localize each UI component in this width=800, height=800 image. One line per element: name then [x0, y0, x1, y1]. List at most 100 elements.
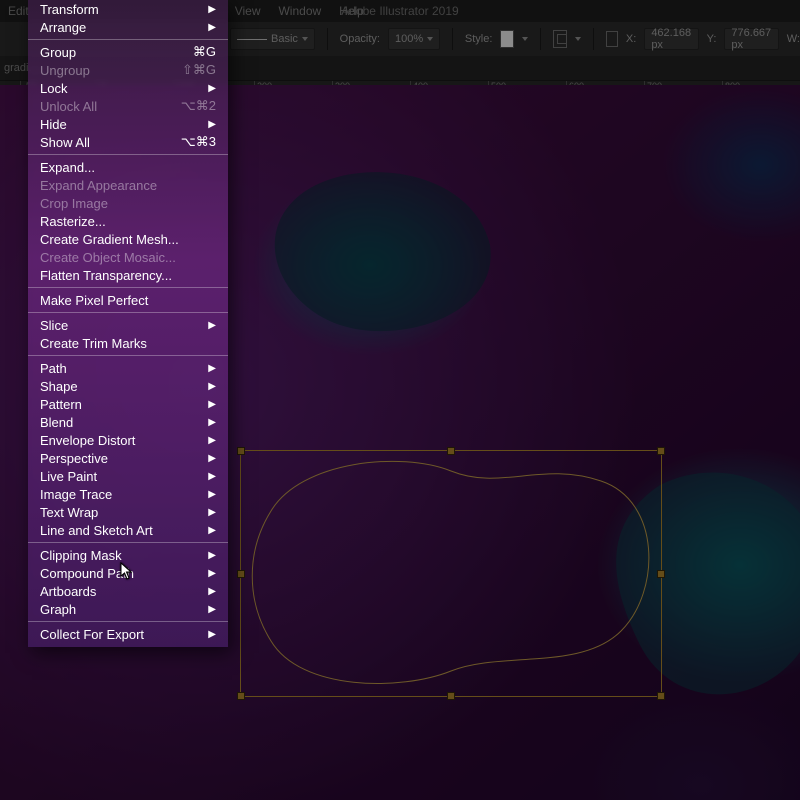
menu-item-label: Image Trace	[40, 487, 112, 502]
menu-item[interactable]: Graph▶	[28, 600, 228, 618]
chevron-right-icon: ▶	[208, 550, 216, 561]
menu-item-label: Ungroup	[40, 63, 90, 78]
menu-item-label: Show All	[40, 135, 90, 150]
menu-item[interactable]: Lock▶	[28, 79, 228, 97]
menu-item[interactable]: Line and Sketch Art ▶	[28, 521, 228, 539]
chevron-right-icon: ▶	[208, 568, 216, 579]
menu-item-label: Create Trim Marks	[40, 336, 147, 351]
object-menu: Transform▶Arrange▶Group⌘GUngroup⇧⌘GLock▶…	[28, 0, 228, 647]
chevron-right-icon: ▶	[208, 119, 216, 130]
menu-item-label: Shape	[40, 379, 78, 394]
menu-item[interactable]: Make Pixel Perfect	[28, 291, 228, 309]
menu-item: Unlock All ⌥⌘2	[28, 97, 228, 115]
menu-item[interactable]: Text Wrap ▶	[28, 503, 228, 521]
chevron-down-icon	[427, 37, 433, 41]
menu-item-label: Text Wrap	[40, 505, 98, 520]
chevron-right-icon: ▶	[208, 629, 216, 640]
menu-item[interactable]: Clipping Mask ▶	[28, 546, 228, 564]
menu-item-label: Flatten Transparency...	[40, 268, 172, 283]
chevron-right-icon: ▶	[208, 453, 216, 464]
menu-item[interactable]: Pattern▶	[28, 395, 228, 413]
menu-separator	[28, 39, 228, 40]
y-label: Y:	[707, 33, 717, 45]
menu-item-label: Make Pixel Perfect	[40, 293, 148, 308]
menu-item[interactable]: Rasterize...	[28, 212, 228, 230]
y-field[interactable]: 776.667 px	[724, 28, 778, 50]
menubar-item-help[interactable]: Help	[339, 4, 364, 18]
w-label: W:	[787, 33, 800, 45]
menu-item-label: Group	[40, 45, 76, 60]
menu-item[interactable]: Blend▶	[28, 413, 228, 431]
menu-item: Crop Image	[28, 194, 228, 212]
chevron-right-icon: ▶	[208, 83, 216, 94]
menu-item[interactable]: Collect For Export▶	[28, 625, 228, 643]
transform-icon[interactable]	[606, 31, 618, 47]
menu-item-label: Envelope Distort	[40, 433, 135, 448]
selected-path	[241, 451, 661, 696]
menu-item-label: Line and Sketch Art	[40, 523, 153, 538]
menu-item[interactable]: Live Paint▶	[28, 467, 228, 485]
chevron-right-icon: ▶	[208, 417, 216, 428]
menu-item: Create Object Mosaic...	[28, 248, 228, 266]
menu-item: Expand Appearance	[28, 176, 228, 194]
menu-item[interactable]: Flatten Transparency...	[28, 266, 228, 284]
menu-item-label: Expand...	[40, 160, 95, 175]
menubar-item-window[interactable]: Window	[278, 4, 321, 18]
chevron-right-icon: ▶	[208, 525, 216, 536]
menu-item[interactable]: Shape ▶	[28, 377, 228, 395]
menu-item[interactable]: Envelope Distort ▶	[28, 431, 228, 449]
style-swatch[interactable]	[500, 30, 514, 48]
chevron-right-icon: ▶	[208, 435, 216, 446]
menu-item-label: Pattern	[40, 397, 82, 412]
menu-item[interactable]: Image Trace ▶	[28, 485, 228, 503]
menu-item[interactable]: Create Gradient Mesh...	[28, 230, 228, 248]
menu-item[interactable]: Perspective▶	[28, 449, 228, 467]
menu-item-label: Create Gradient Mesh...	[40, 232, 179, 247]
menu-item-label: Path	[40, 361, 67, 376]
menubar-item-view[interactable]: View	[235, 4, 261, 18]
menu-item-shortcut: ⌥⌘3	[181, 134, 216, 150]
menu-item-label: Graph	[40, 602, 76, 617]
chevron-down-icon	[522, 37, 528, 41]
chevron-right-icon: ▶	[208, 471, 216, 482]
chevron-right-icon: ▶	[208, 4, 216, 15]
opacity-label: Opacity:	[340, 33, 380, 45]
menu-item[interactable]: Compound Path▶	[28, 564, 228, 582]
menu-item[interactable]: Artboards▶	[28, 582, 228, 600]
menu-item[interactable]: Create Trim Marks	[28, 334, 228, 352]
menu-item-label: Slice	[40, 318, 68, 333]
menubar-item-edit[interactable]: Edit	[8, 4, 29, 18]
opacity-field[interactable]: 100%	[388, 28, 440, 50]
chevron-right-icon: ▶	[208, 363, 216, 374]
style-label: Style:	[465, 33, 493, 45]
menu-item-label: Crop Image	[40, 196, 108, 211]
menu-item-label: Expand Appearance	[40, 178, 157, 193]
menu-item-label: Clipping Mask	[40, 548, 122, 563]
menu-item[interactable]: Hide ▶	[28, 115, 228, 133]
menu-item-label: Unlock All	[40, 99, 97, 114]
menu-item[interactable]: Slice▶	[28, 316, 228, 334]
chevron-right-icon: ▶	[208, 507, 216, 518]
menu-item-label: Hide	[40, 117, 67, 132]
menu-item[interactable]: Expand...	[28, 158, 228, 176]
menu-item-label: Create Object Mosaic...	[40, 250, 176, 265]
chevron-down-icon	[575, 37, 581, 41]
menu-separator	[28, 154, 228, 155]
menu-item[interactable]: Group⌘G	[28, 43, 228, 61]
menu-item[interactable]: Arrange▶	[28, 18, 228, 36]
menu-item-label: Transform	[40, 2, 99, 17]
chevron-right-icon: ▶	[208, 381, 216, 392]
chevron-right-icon: ▶	[208, 22, 216, 33]
menu-item[interactable]: Transform ▶	[28, 0, 228, 18]
menu-item[interactable]: Path ▶	[28, 359, 228, 377]
align-icon[interactable]	[553, 30, 567, 48]
menu-separator	[28, 287, 228, 288]
x-field[interactable]: 462.168 px	[644, 28, 698, 50]
menu-item[interactable]: Show All ⌥⌘3	[28, 133, 228, 151]
menu-item-label: Rasterize...	[40, 214, 106, 229]
menu-item: Ungroup⇧⌘G	[28, 61, 228, 79]
stroke-preset[interactable]: Basic	[230, 28, 315, 50]
selection-bounds[interactable]	[240, 450, 662, 697]
menu-item-shortcut: ⌥⌘2	[181, 98, 216, 114]
chevron-right-icon: ▶	[208, 489, 216, 500]
